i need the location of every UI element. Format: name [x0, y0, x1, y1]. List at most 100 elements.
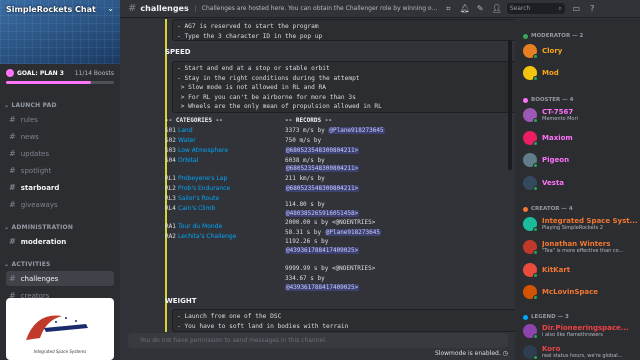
channel-spotlight[interactable]: # spotlight: [6, 163, 114, 178]
code-block-speed-rules: - Start and end at a stop or stable orbi…: [172, 61, 515, 113]
help-icon[interactable]: ?: [588, 4, 597, 13]
threads-icon[interactable]: ⌗: [444, 4, 453, 14]
clock-icon: ◷: [502, 350, 508, 357]
member-item[interactable]: Koro real status hours, we're global...: [523, 345, 638, 360]
server-name[interactable]: SimpleRockets Chat: [6, 5, 96, 14]
inbox-icon[interactable]: ▭: [572, 4, 581, 13]
category-row: S03 Low Atmosphere: [165, 147, 228, 154]
member-name: Clory: [542, 47, 563, 55]
category-row: S02 Water: [165, 137, 196, 144]
record-line: 3373 m/s by @Plane918273645: [285, 127, 385, 134]
chevron-down-icon[interactable]: ⌄: [107, 4, 114, 13]
channel-label: moderation: [20, 237, 67, 246]
member-status: Playing SimpleRockets 2: [542, 225, 604, 231]
record-line: @680523548300804211>: [285, 147, 360, 154]
hashtag-icon: #: [9, 166, 16, 175]
record-value: 2000.00 s by <@NOENTRIES>: [285, 219, 376, 226]
status-online-icon: [533, 118, 538, 123]
channel-starboard[interactable]: # starboard: [6, 180, 114, 195]
search-input[interactable]: Search ⌕: [506, 3, 565, 14]
hashtag-icon: #: [9, 237, 16, 246]
member-name: Jonathan Winters: [542, 240, 611, 248]
member-item[interactable]: McLovinSpace: [523, 285, 638, 300]
record-line: 114.80 s by: [285, 201, 325, 208]
channel-topic[interactable]: Challenges are hosted here. You can obta…: [194, 5, 437, 12]
category-code: S03: [165, 147, 176, 154]
member-item[interactable]: Dir.Pioneeringspace... i also like flamet…: [523, 324, 638, 339]
user-mention[interactable]: @480385265916051458>: [285, 210, 360, 217]
user-mention[interactable]: @680523548300804211>: [285, 185, 360, 192]
member-item[interactable]: KitKart: [523, 263, 638, 278]
category-link[interactable]: Water: [178, 137, 196, 144]
member-item[interactable]: Mod: [523, 66, 638, 81]
member-name: Dir.Pioneeringspace...: [542, 324, 629, 332]
member-item[interactable]: Maxiom: [523, 131, 638, 146]
user-mention[interactable]: @Plane918273645: [328, 127, 385, 134]
status-online-icon: [533, 295, 538, 300]
bell-icon[interactable]: 🔔︎: [460, 4, 470, 13]
category-administration[interactable]: ⌄ ADMINISTRATION: [4, 224, 73, 231]
channel-label: updates: [20, 149, 50, 158]
message-area: - AG7 is reserved to start the program -…: [120, 19, 515, 332]
member-name: McLovinSpace: [542, 288, 599, 296]
member-status: Memento Mori: [542, 116, 578, 122]
channel-updates[interactable]: # updates: [6, 146, 114, 161]
avatar: [523, 324, 538, 339]
role-icon: [523, 206, 528, 212]
member-item[interactable]: Pigeon: [523, 153, 638, 168]
boost-goal[interactable]: GOAL: PLAN 3 11/14 Boosts: [0, 66, 120, 80]
category-link[interactable]: Prob's Endurance: [178, 185, 230, 192]
member-item[interactable]: CT-7567 Memento Mori: [523, 108, 638, 123]
member-item[interactable]: Vesta: [523, 176, 638, 191]
member-item[interactable]: Integrated Space Syst... Playing SimpleRo…: [523, 217, 638, 232]
server-banner[interactable]: SimpleRockets Chat ⌄: [0, 0, 120, 64]
avatar: [523, 263, 538, 278]
member-item[interactable]: Jonathan Winters "Tea" is more effective …: [523, 240, 638, 255]
goal-label: GOAL: PLAN 3: [17, 69, 64, 77]
category-link[interactable]: Sailor's Route: [178, 195, 219, 202]
category-link[interactable]: Probeyene's Lap: [178, 175, 227, 182]
category-link[interactable]: Lechita's Challenge: [178, 233, 236, 240]
pin-icon[interactable]: ✎: [476, 4, 485, 13]
category-link[interactable]: Cain's Climb: [178, 205, 215, 212]
channel-rules[interactable]: # rules: [6, 112, 114, 127]
records-header: -- RECORDS --: [285, 117, 332, 124]
member-item[interactable]: Clory: [523, 44, 638, 59]
category-link[interactable]: Orbital: [178, 157, 198, 164]
status-online-icon: [533, 186, 538, 191]
channel-title: challenges: [140, 4, 189, 13]
category-launch-pad[interactable]: ⌄ LAUNCH PAD: [4, 102, 57, 109]
member-name: Integrated Space Syst...: [542, 217, 638, 225]
boost-gem-icon: [6, 69, 14, 77]
category-link[interactable]: Land: [178, 127, 193, 134]
channel-challenges[interactable]: # challenges: [6, 271, 114, 286]
user-mention[interactable]: @680523548300804211>: [285, 147, 360, 154]
user-mention[interactable]: @439361788417409025>: [285, 247, 360, 254]
user-mention[interactable]: @439361788417409025>: [285, 284, 360, 291]
category-row: RL3 Sailor's Route: [165, 195, 219, 202]
record-line: 334.67 s by: [285, 275, 325, 282]
user-mention[interactable]: @680523548300804211>: [285, 165, 360, 172]
channel-giveaways[interactable]: # giveaways: [6, 197, 114, 212]
hashtag-icon: #: [9, 115, 16, 124]
avatar: [523, 44, 538, 59]
category-activities[interactable]: ⌄ ACTIVITIES: [4, 261, 51, 268]
user-mention[interactable]: @Plane918273645: [324, 229, 381, 236]
category-code: S02: [165, 137, 176, 144]
status-online-icon: [533, 250, 538, 255]
chat-scrollbar[interactable]: [508, 40, 512, 170]
record-line: @480385265916051458>: [285, 210, 360, 217]
channel-news[interactable]: # news: [6, 129, 114, 144]
role-header-booster: BOOSTER — 4: [523, 97, 573, 103]
category-link[interactable]: Low Atmosphere: [178, 147, 228, 154]
avatar: [523, 176, 538, 191]
categories-header: -- CATEGORIES --: [165, 117, 223, 124]
category-link[interactable]: Tour du Monde: [178, 223, 222, 230]
message-input[interactable]: You do not have permission to send messa…: [128, 333, 508, 348]
code-block-weight-rules: - Launch from one of the DSC - You have …: [172, 309, 515, 332]
channel-moderation[interactable]: # moderation: [6, 234, 114, 249]
members-icon[interactable]: 👤︎: [492, 4, 502, 13]
avatar: [523, 153, 538, 168]
category-code: S01: [165, 127, 176, 134]
avatar: [523, 240, 538, 255]
